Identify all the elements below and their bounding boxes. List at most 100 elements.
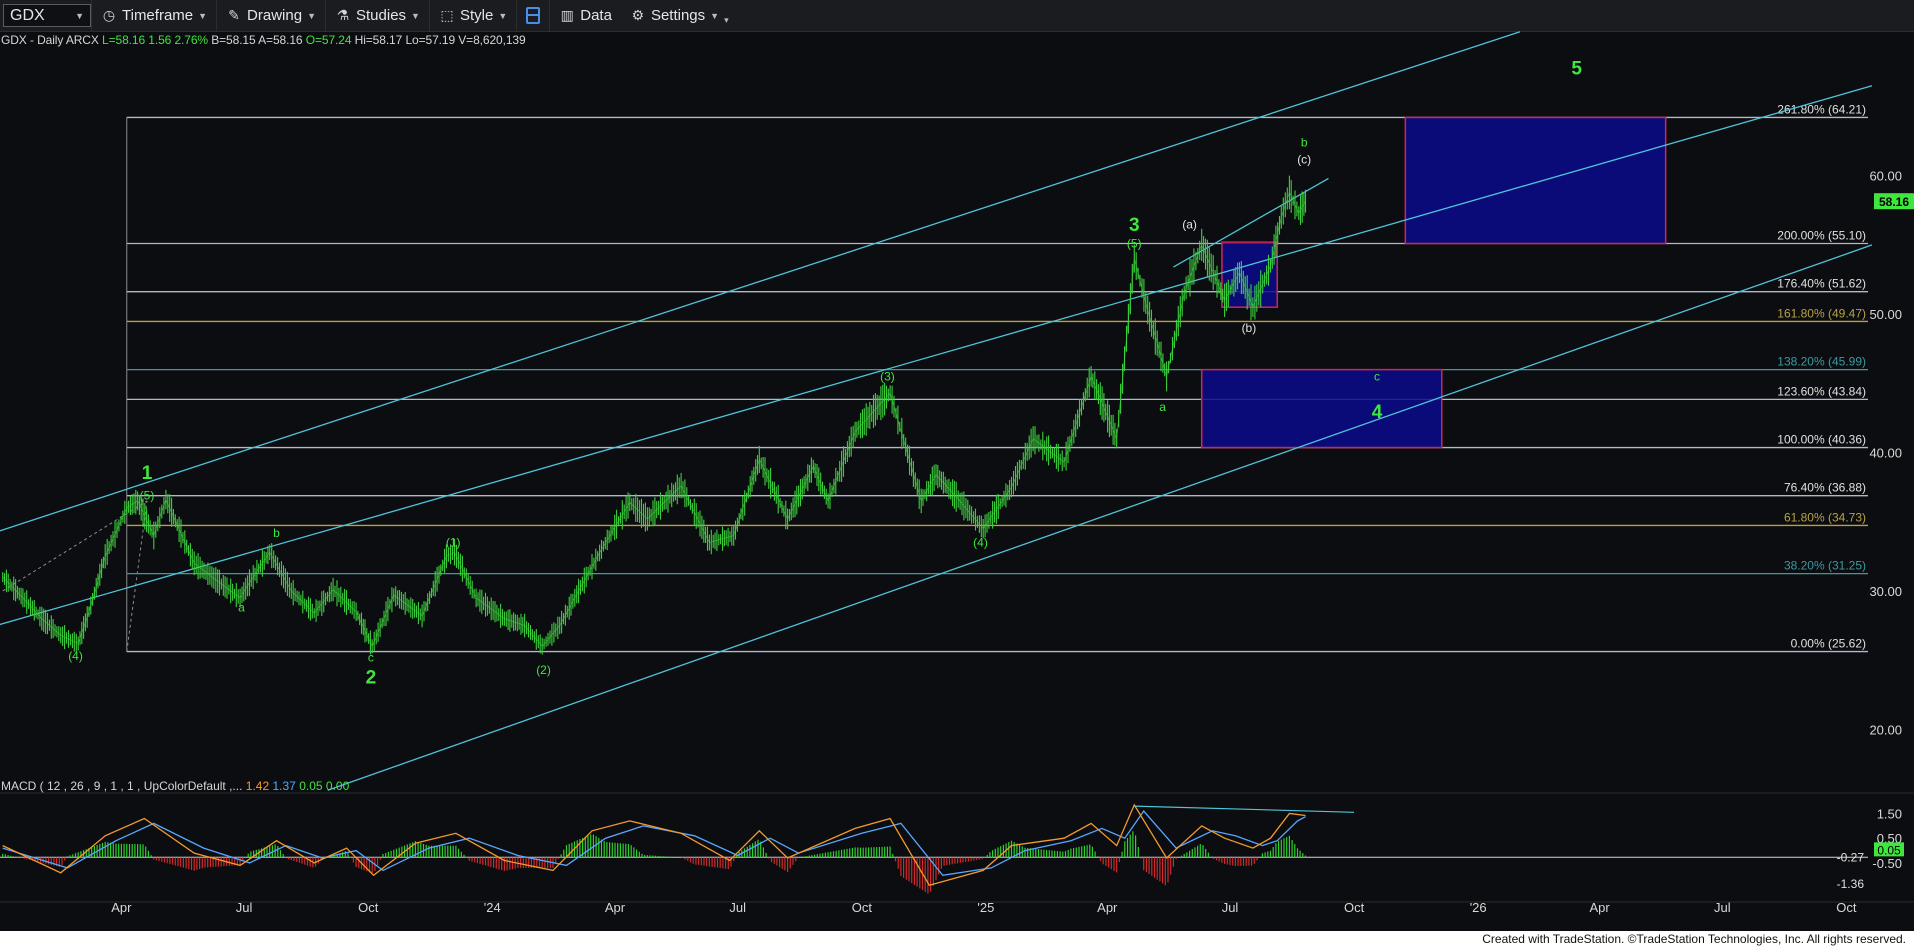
fib-swing-line — [2, 500, 148, 592]
x-tick-label: '25 — [977, 900, 994, 915]
settings-label: Settings — [650, 7, 706, 24]
flask-icon: ⚗ — [336, 7, 350, 23]
clock-icon: ◷ — [102, 7, 116, 23]
wave-label: (b) — [1242, 321, 1257, 335]
style-label: Style — [459, 7, 494, 24]
x-tick-label: Apr — [1589, 900, 1610, 915]
signal-line — [2, 810, 1306, 876]
macd-readout-label: -1.36 — [1837, 877, 1865, 891]
fib-level-label: 200.00% (55.10) — [1777, 229, 1866, 243]
macd-header: MACD ( 12 , 26 , 9 , 1 , 1 , UpColorDefa… — [1, 779, 349, 793]
x-tick-label: '26 — [1470, 900, 1487, 915]
wave-label: a — [1159, 400, 1166, 414]
chevron-down-icon: ▼ — [710, 10, 720, 21]
wave-label: (a) — [1182, 217, 1197, 231]
channel-line — [0, 31, 1521, 532]
wave-label: 1 — [142, 463, 153, 484]
target-box — [1200, 368, 1443, 449]
x-tick-label: Apr — [605, 900, 626, 915]
x-tick-label: Oct — [1836, 900, 1857, 915]
chevron-down-icon: ▼ — [411, 10, 420, 21]
wave-label: 5 — [1571, 59, 1582, 80]
wave-label: 3 — [1129, 215, 1140, 236]
layout-button[interactable] — [516, 0, 549, 31]
fib-level-label: 138.20% (45.99) — [1777, 355, 1866, 369]
settings-button[interactable]: ⚙ Settings ▼ ▾ — [621, 0, 738, 31]
chevron-down-icon: ▼ — [498, 10, 508, 21]
chevron-down-icon: ▼ — [198, 10, 208, 21]
symbol-selector[interactable]: GDX ▼ — [3, 4, 91, 27]
y-tick-label: 20.00 — [1869, 722, 1902, 737]
wave-label: b — [1301, 136, 1308, 150]
macd-value: 1.42 — [245, 779, 270, 793]
gear-icon: ⚙ — [631, 7, 645, 23]
fib-level-label: 123.60% (43.84) — [1777, 384, 1866, 398]
wave-label: c — [368, 651, 374, 665]
fib-level-label: 61.80% (34.73) — [1784, 510, 1866, 524]
timeframe-label: Timeframe — [122, 7, 194, 24]
wave-label: (1) — [446, 536, 461, 550]
wave-label: 2 — [366, 668, 377, 689]
x-tick-label: Jul — [1222, 900, 1239, 915]
x-tick-label: '24 — [484, 900, 501, 915]
fib-level-label: 100.00% (40.36) — [1777, 433, 1866, 447]
x-tick-label: Jul — [236, 900, 253, 915]
y-tick-label: 60.00 — [1869, 169, 1902, 184]
studies-button[interactable]: ⚗ Studies ▼ — [325, 0, 429, 31]
macd-label: MACD ( 12 , 26 , 9 , 1 , 1 , UpColorDefa… — [1, 779, 243, 793]
histogram-value: 0.05 — [299, 779, 323, 793]
divergence-line — [1134, 805, 1355, 813]
wave-label: (c) — [1297, 152, 1311, 166]
x-tick-label: Oct — [1344, 900, 1365, 915]
x-tick-label: Jul — [1714, 900, 1731, 915]
x-tick-label: Oct — [852, 900, 873, 915]
timeframe-button[interactable]: ◷ Timeframe ▼ — [91, 0, 216, 31]
chevron-down-icon: ▼ — [75, 10, 84, 21]
y-tick-label: 30.00 — [1869, 584, 1902, 599]
x-tick-label: Apr — [111, 900, 132, 915]
wave-label: b — [273, 526, 280, 540]
wave-label: (4) — [973, 536, 988, 550]
symbol-value: GDX — [10, 6, 45, 24]
macd-readout-label: 0.05 — [1877, 843, 1901, 857]
wave-label: (4) — [68, 649, 83, 663]
x-tick-label: Apr — [1097, 900, 1118, 915]
style-button[interactable]: ⬚ Style ▼ — [428, 0, 516, 31]
data-label: Data — [580, 7, 612, 24]
target-box — [1404, 116, 1667, 245]
drawing-button[interactable]: ✎ Drawing ▼ — [216, 0, 325, 31]
wave-label: (2) — [536, 663, 551, 677]
macd-readout-label: -0.27 — [1837, 850, 1865, 864]
chevron-down-icon: ▾ — [724, 15, 729, 25]
studies-label: Studies — [356, 7, 407, 24]
x-tick-label: Oct — [358, 900, 379, 915]
wave-label: (3) — [880, 370, 895, 384]
wave-label: a — [238, 601, 245, 615]
fib-swing-line — [126, 500, 148, 652]
last-price-label: 58.16 — [1879, 195, 1909, 209]
macd-y-tick-label: 1.50 — [1877, 807, 1902, 822]
wave-label: 4 — [1372, 402, 1383, 423]
macd-y-tick-label: -0.50 — [1872, 856, 1902, 871]
fib-level-label: 76.40% (36.88) — [1784, 481, 1866, 495]
y-tick-label: 50.00 — [1869, 307, 1902, 322]
wave-label: c — [1374, 370, 1380, 384]
credit-text: Created with TradeStation. ©TradeStation… — [1478, 931, 1910, 947]
zero-value: 0.00 — [325, 779, 350, 793]
style-icon: ⬚ — [440, 7, 454, 23]
y-tick-label: 40.00 — [1869, 446, 1902, 461]
bar-chart-icon: ▥ — [560, 7, 574, 23]
chevron-down-icon: ▼ — [307, 10, 316, 21]
wave-label: (5) — [140, 489, 155, 503]
fib-level-label: 161.80% (49.47) — [1777, 306, 1866, 320]
fib-level-label: 38.20% (31.25) — [1784, 559, 1866, 573]
drawing-label: Drawing — [247, 7, 303, 24]
chart-area[interactable]: 20.0030.0040.0050.0060.00Apr Jul Oct '24 Apr… — [0, 31, 1914, 931]
price-bars — [2, 175, 1307, 655]
data-button[interactable]: ▥ Data — [549, 0, 621, 31]
pencil-icon: ✎ — [228, 7, 240, 23]
wave-label: (5) — [1127, 237, 1142, 251]
toolbar: GDX ▼ ◷ Timeframe ▼ ✎ Drawing ▼ ⚗ Studie… — [0, 0, 1914, 32]
layout-icon — [526, 7, 541, 24]
fib-level-label: 176.40% (51.62) — [1777, 277, 1866, 291]
